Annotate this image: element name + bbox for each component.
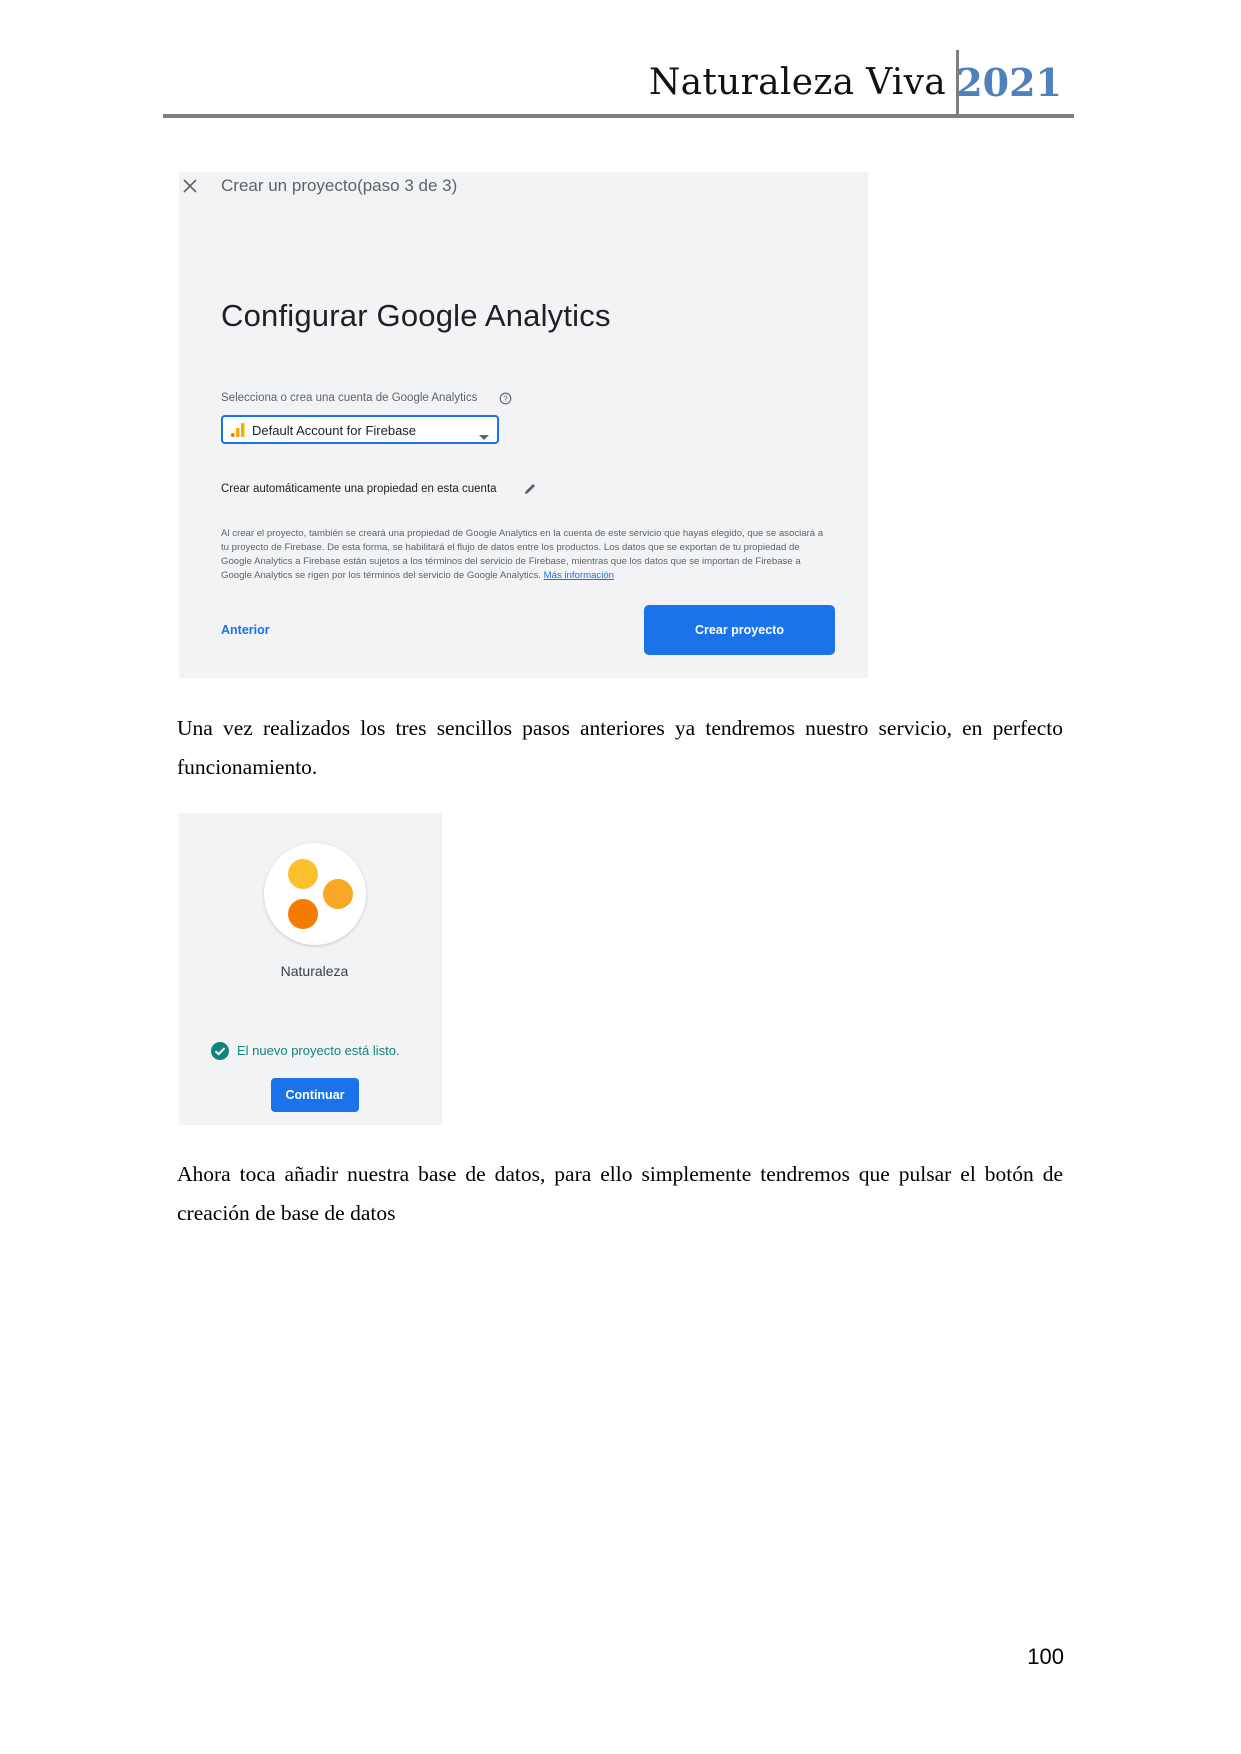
pencil-icon[interactable] bbox=[522, 481, 538, 502]
page-number: 100 bbox=[1027, 1644, 1064, 1669]
back-button[interactable]: Anterior bbox=[221, 623, 270, 637]
svg-text:?: ? bbox=[503, 394, 508, 403]
page-title: Configurar Google Analytics bbox=[221, 298, 611, 333]
page-header: Naturaleza Viva 2021 bbox=[163, 50, 1074, 122]
account-select-label: Selecciona o crea una cuenta de Google A… bbox=[221, 392, 478, 404]
header-year: 2021 bbox=[956, 60, 1062, 105]
analytics-bars-icon bbox=[230, 422, 246, 443]
project-ready-screenshot: Naturaleza El nuevo proyecto está listo.… bbox=[179, 813, 442, 1125]
dropdown-caret-icon bbox=[479, 428, 489, 446]
auto-property-label: Crear automáticamente una propiedad en e… bbox=[221, 483, 497, 495]
check-circle-icon bbox=[210, 1041, 230, 1066]
header-title: Naturaleza Viva bbox=[648, 62, 946, 103]
help-icon[interactable]: ? bbox=[499, 392, 512, 410]
project-name: Naturaleza bbox=[280, 963, 349, 979]
wizard-step-title: Crear un proyecto(paso 3 de 3) bbox=[221, 176, 458, 195]
header-rule bbox=[163, 114, 1074, 118]
more-info-link[interactable]: Más información bbox=[544, 570, 614, 581]
account-select-value: Default Account for Firebase bbox=[252, 423, 417, 438]
project-logo-icon bbox=[264, 843, 366, 945]
create-project-button[interactable]: Crear proyecto bbox=[644, 605, 835, 655]
legal-notice-text: Al crear el proyecto, también se creará … bbox=[221, 528, 824, 581]
close-icon[interactable] bbox=[179, 172, 203, 196]
legal-notice: Al crear el proyecto, también se creará … bbox=[221, 527, 833, 583]
body-paragraph: Una vez realizados los tres sencillos pa… bbox=[177, 716, 1063, 779]
project-ready-message: El nuevo proyecto está listo. bbox=[237, 1043, 400, 1058]
continue-button[interactable]: Continuar bbox=[271, 1078, 359, 1112]
account-select[interactable]: Default Account for Firebase bbox=[221, 415, 499, 444]
body-paragraph: Ahora toca añadir nuestra base de datos,… bbox=[177, 1162, 1063, 1225]
analytics-setup-screenshot: Crear un proyecto(paso 3 de 3) Configura… bbox=[179, 172, 868, 678]
